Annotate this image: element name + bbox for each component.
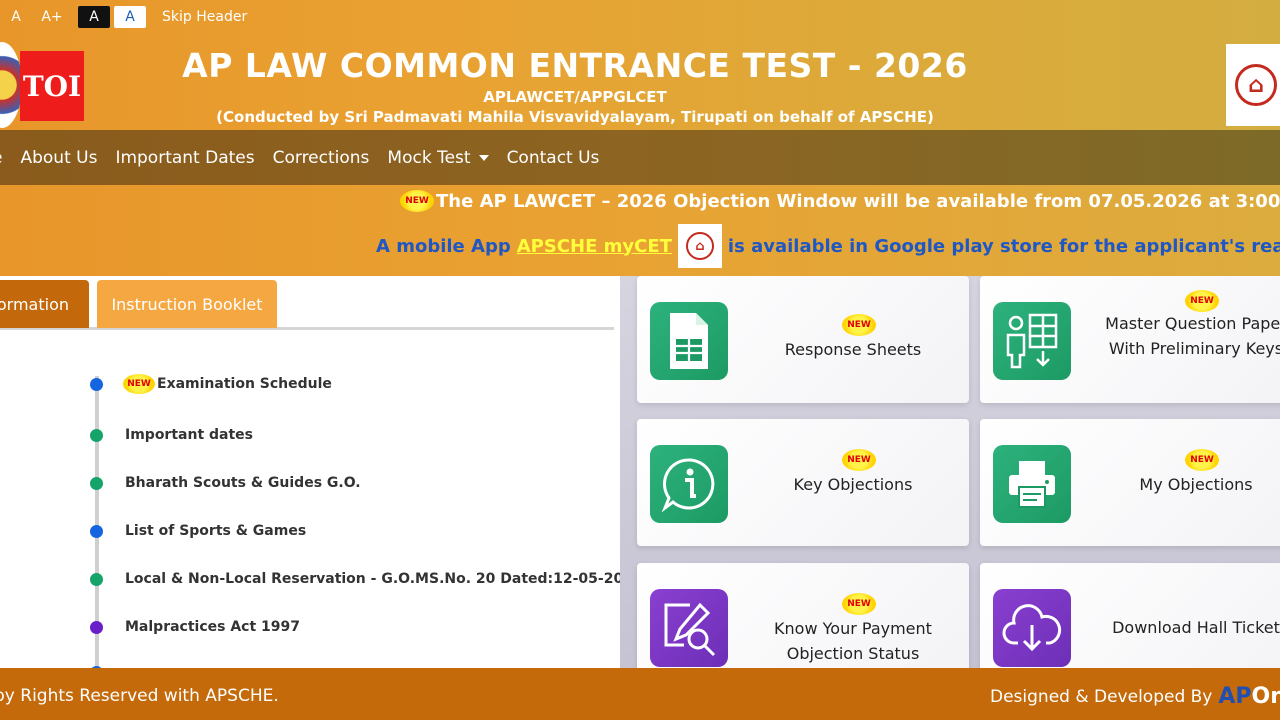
- nav-important-dates[interactable]: Important Dates: [115, 148, 254, 168]
- main-nav: e About Us Important Dates Corrections M…: [0, 130, 1280, 185]
- list-item-label: Malpractices Act 1997: [125, 619, 301, 635]
- mycet-app-icon[interactable]: ⌂: [677, 224, 722, 268]
- tab-information[interactable]: ormation: [0, 280, 89, 328]
- nav-about-us[interactable]: About Us: [20, 148, 97, 168]
- question-paper-icon: [993, 302, 1071, 380]
- list-item-label: List of Sports & Games: [125, 523, 307, 539]
- site-footer: py Rights Reserved with APSCHE. Designed…: [0, 668, 1280, 720]
- conducted-by-text: (Conducted by Sri Padmavati Mahila Visva…: [216, 108, 934, 126]
- quick-links-grid: NEW Response Sheets NEW Master Question …: [620, 276, 1280, 668]
- decrease-font-button[interactable]: A: [0, 6, 32, 28]
- aponline-logo[interactable]: APOnli: [1218, 684, 1280, 709]
- master-question-paper-label: Master Question Paper: [1105, 314, 1280, 333]
- info-tabs: ormation Instruction Booklet: [0, 280, 614, 330]
- apsche-logo: ⌂: [1226, 44, 1280, 126]
- list-item[interactable]: Bharath Scouts & Guides G.O.: [90, 473, 361, 493]
- edit-search-icon: [650, 589, 728, 667]
- designed-by-text: Designed & Developed By: [990, 686, 1213, 707]
- new-badge-icon: NEW: [842, 449, 876, 471]
- list-item-label: Examination Schedule: [157, 376, 332, 392]
- apsche-mycet-link[interactable]: APSCHE myCET: [517, 236, 672, 257]
- accessibility-bar: A A+ A A Skip Header: [0, 6, 247, 28]
- aponline-rest: Onli: [1251, 684, 1280, 709]
- objection-window-notice[interactable]: NEW The AP LAWCET – 2026 Objection Windo…: [400, 190, 1280, 212]
- know-your-payment-label: Know Your Payment: [774, 619, 932, 638]
- skip-header-link[interactable]: Skip Header: [162, 9, 247, 25]
- list-item[interactable]: Malpractices Act 1997: [90, 617, 300, 637]
- tab-instruction-booklet[interactable]: Instruction Booklet: [97, 280, 277, 328]
- cloud-download-icon: [993, 589, 1071, 667]
- copyright-text: py Rights Reserved with APSCHE.: [0, 686, 279, 706]
- key-objections-label: Key Objections: [793, 475, 913, 494]
- timeline-dot: [90, 620, 103, 634]
- payment-objection-status-card[interactable]: NEW Know Your Payment Objection Status: [637, 563, 969, 668]
- mobile-app-suffix: is available in Google play store for th…: [727, 235, 1280, 257]
- chevron-down-icon: [478, 154, 489, 161]
- list-item[interactable]: List of Sports & Games: [90, 521, 306, 541]
- response-sheets-label: Response Sheets: [784, 340, 922, 359]
- timeline-dot: [90, 476, 103, 490]
- nav-mock-test-label: Mock Test: [387, 147, 471, 168]
- nav-corrections[interactable]: Corrections: [273, 148, 370, 168]
- preliminary-keys-label: With Preliminary Keys: [1108, 339, 1280, 358]
- printer-icon: [993, 445, 1071, 523]
- mobile-app-prefix: A mobile App: [376, 235, 511, 257]
- list-item-label: Local & Non-Local Reservation - G.O.MS.N…: [125, 571, 620, 587]
- download-hall-ticket-card[interactable]: Download Hall Ticket: [980, 563, 1280, 668]
- dark-theme-button[interactable]: A: [78, 6, 110, 28]
- my-objections-card[interactable]: NEW My Objections: [980, 419, 1280, 546]
- aponline-ap: AP: [1218, 684, 1252, 709]
- site-header: A A+ A A Skip Header TOI AP LAW COMMON E…: [0, 0, 1280, 130]
- list-item-label: Important dates: [125, 427, 254, 443]
- increase-font-button[interactable]: A+: [36, 6, 68, 28]
- timeline-dot: [90, 377, 103, 391]
- list-item[interactable]: Local & Non-Local Reservation - G.O.MS.N…: [90, 569, 620, 589]
- timeline-dot: [90, 524, 103, 538]
- notice-band: NEW The AP LAWCET – 2026 Objection Windo…: [0, 185, 1280, 276]
- nav-contact-us[interactable]: Contact Us: [507, 148, 600, 168]
- new-badge-icon: NEW: [1185, 290, 1219, 312]
- new-badge-icon: NEW: [123, 374, 155, 394]
- list-item-label: Bharath Scouts & Guides G.O.: [125, 475, 361, 491]
- apsche-emblem-icon: ⌂: [1235, 64, 1277, 106]
- master-question-paper-card[interactable]: NEW Master Question Paper With Prelimina…: [980, 276, 1280, 403]
- timeline-dot: [90, 572, 103, 586]
- key-objections-card[interactable]: NEW Key Objections: [637, 419, 969, 546]
- nav-mock-test[interactable]: Mock Test: [387, 147, 489, 168]
- info-icon: [650, 445, 728, 523]
- page-title: AP LAW COMMON ENTRANCE TEST - 2026: [182, 46, 968, 85]
- new-badge-icon: NEW: [842, 314, 876, 336]
- light-theme-button[interactable]: A: [114, 6, 146, 28]
- download-hall-ticket-label: Download Hall Ticket: [1112, 618, 1280, 637]
- nav-home[interactable]: e: [0, 148, 2, 168]
- objection-status-label: Objection Status: [786, 644, 920, 663]
- new-badge-icon: NEW: [842, 593, 876, 615]
- list-item[interactable]: NEW Examination Schedule: [90, 374, 332, 394]
- objection-window-text: The AP LAWCET – 2026 Objection Window wi…: [436, 190, 1280, 212]
- sheet-icon: [650, 302, 728, 380]
- developer-credit: Designed & Developed By APOnli: [990, 684, 1280, 709]
- new-badge-icon: NEW: [400, 190, 434, 212]
- list-item[interactable]: Important dates: [90, 425, 253, 445]
- page-subtitle: APLAWCET/APPGLCET: [483, 88, 667, 106]
- timeline-dot: [90, 428, 103, 442]
- new-badge-icon: NEW: [1185, 449, 1219, 471]
- response-sheets-card[interactable]: NEW Response Sheets: [637, 276, 969, 403]
- information-panel: ormation Instruction Booklet NEW Examinat…: [0, 276, 620, 668]
- mobile-app-notice: A mobile App APSCHE myCET ⌂ is available…: [376, 224, 1280, 268]
- my-objections-label: My Objections: [1139, 475, 1253, 494]
